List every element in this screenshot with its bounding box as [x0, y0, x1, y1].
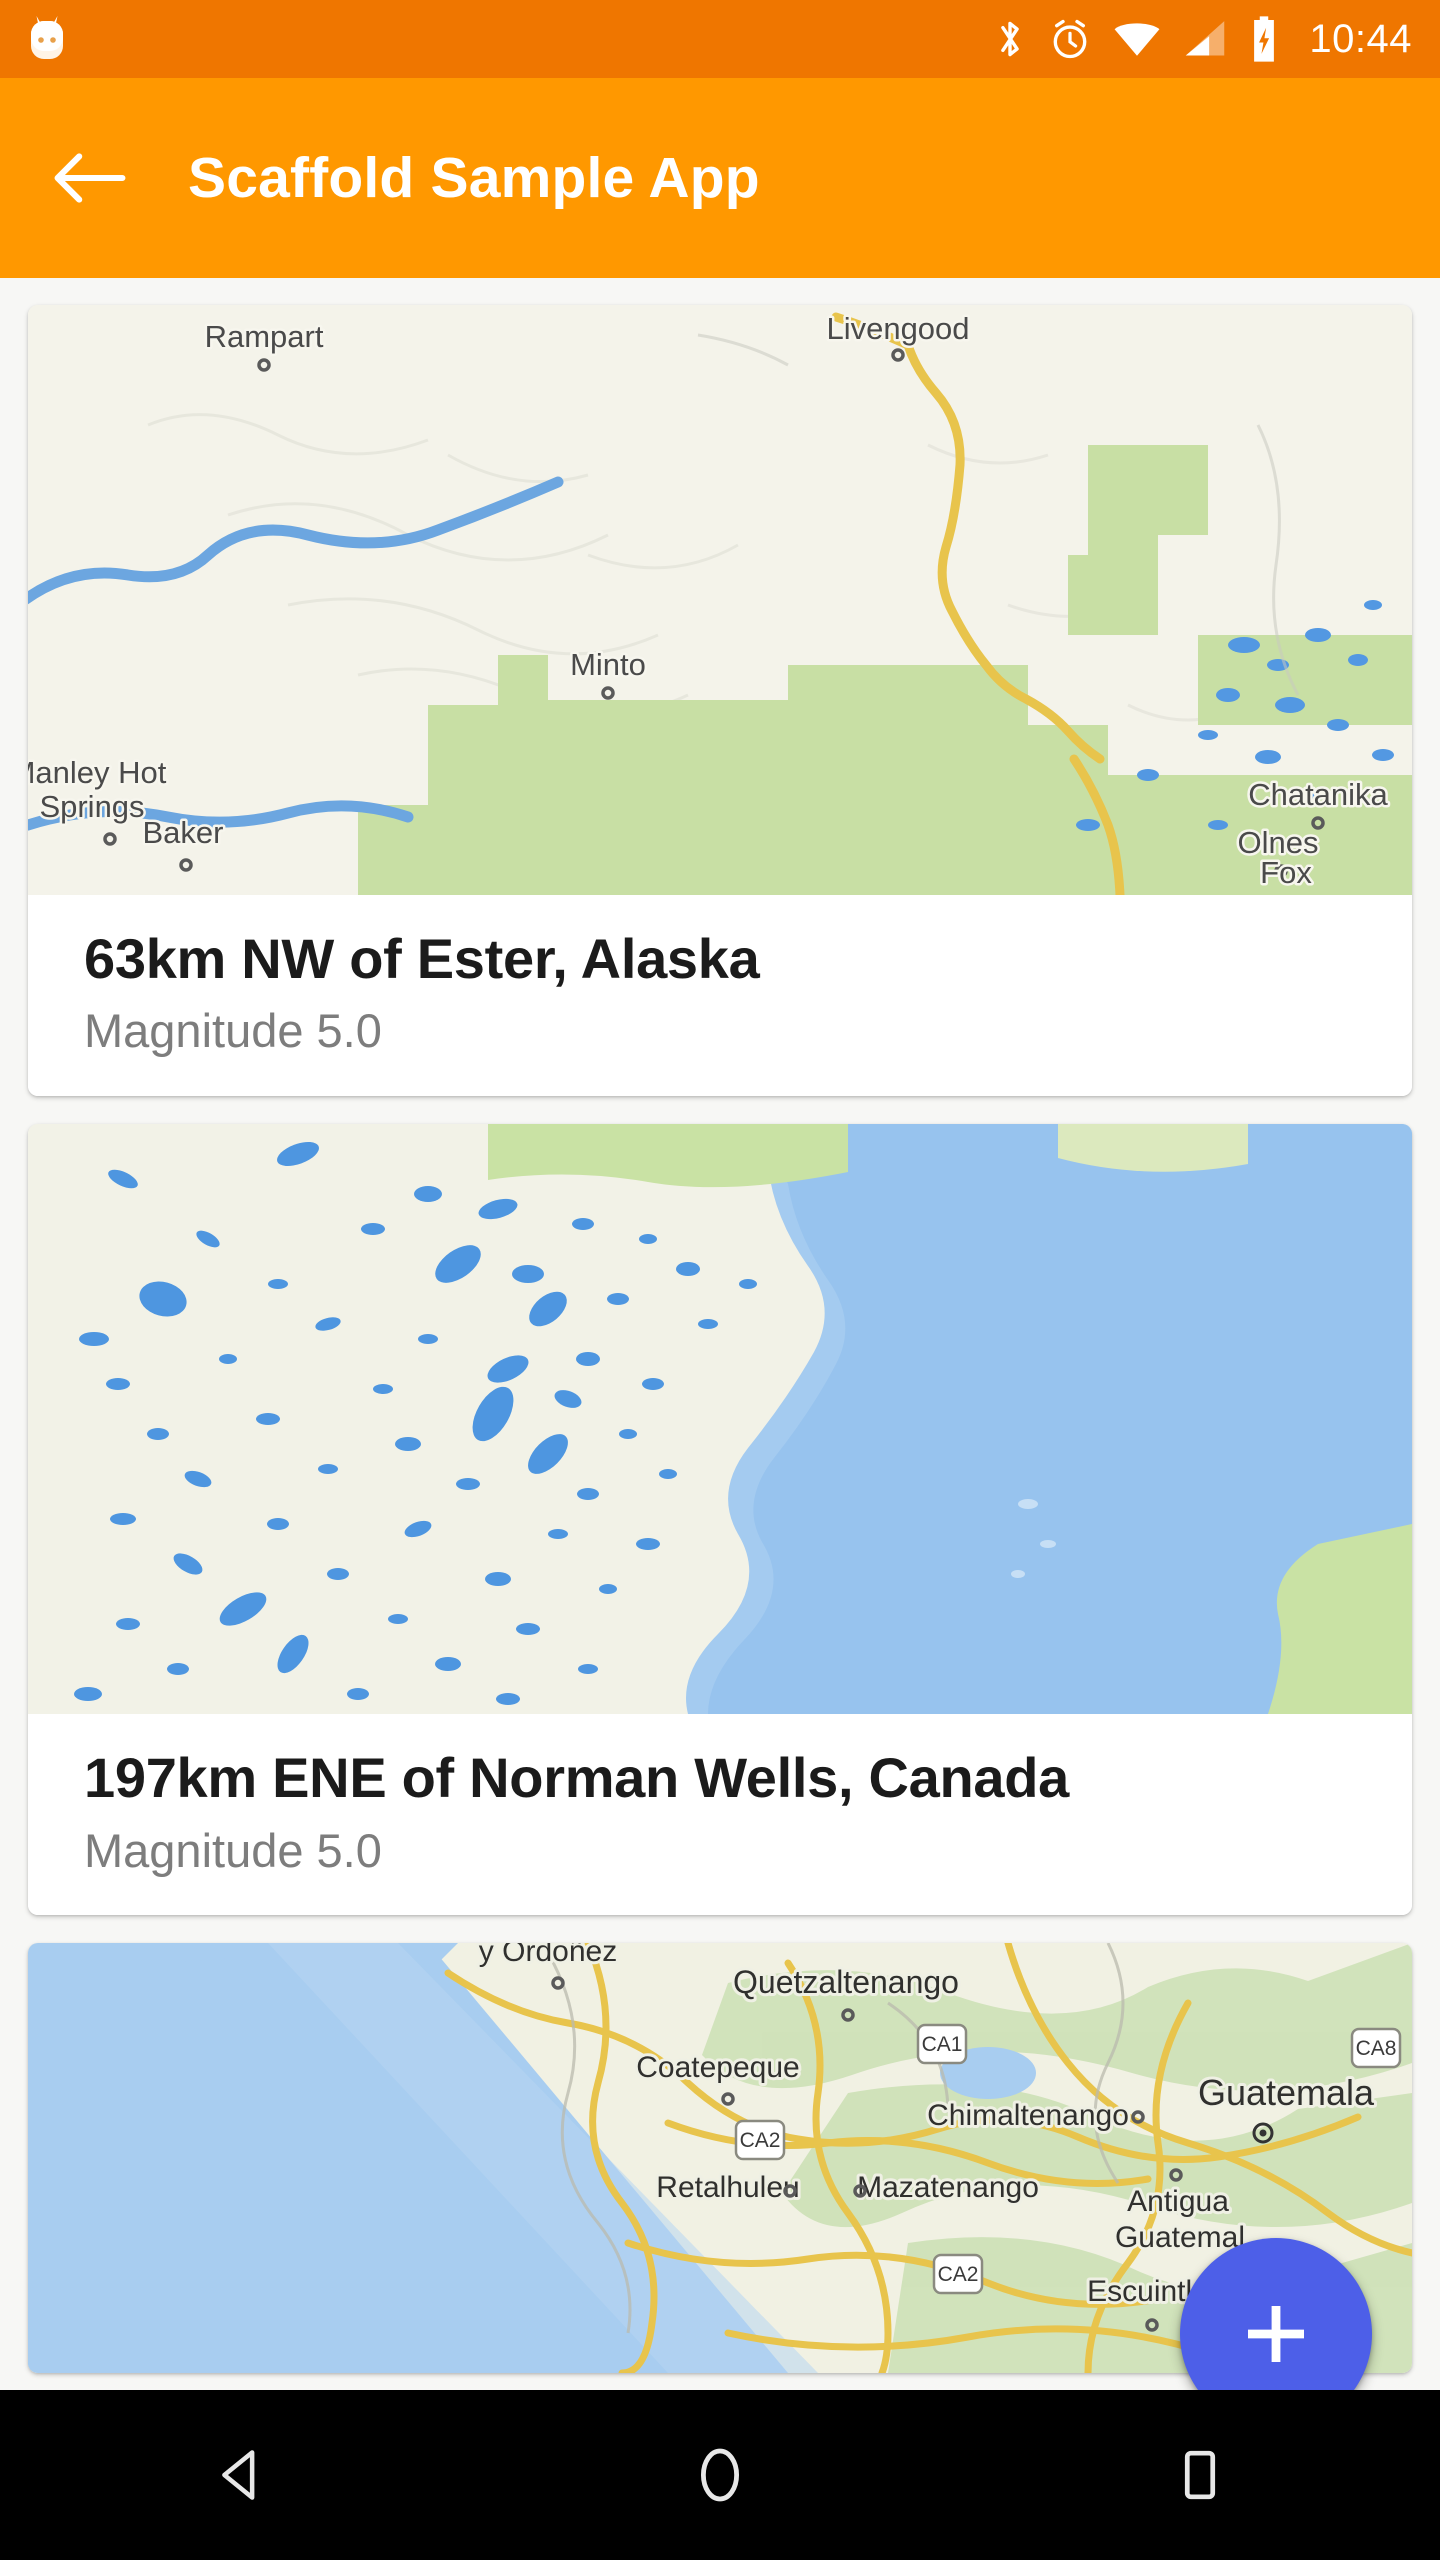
map-thumbnail-canada[interactable]: [28, 1124, 1412, 1715]
svg-text:Chimaltenango: Chimaltenango: [927, 2099, 1129, 2132]
svg-text:Springs: Springs: [39, 789, 144, 824]
circle-home-icon: [700, 2448, 740, 2502]
svg-text:Guatemal: Guatemal: [1115, 2221, 1245, 2254]
highway-shield: CA2: [932, 2254, 984, 2295]
highway-shield: CA2: [734, 2120, 786, 2161]
svg-text:Minto: Minto: [570, 647, 646, 682]
status-bar-system-icons: 10:44: [993, 15, 1412, 63]
wifi-icon: [1114, 23, 1160, 56]
svg-text:Coatepeque: Coatepeque: [636, 2051, 799, 2084]
highway-shield: CA8: [1350, 2028, 1402, 2069]
svg-text:Antigua: Antigua: [1127, 2185, 1229, 2218]
plus-icon: [1248, 2306, 1304, 2362]
svg-text:Retalhuleu: Retalhuleu: [656, 2171, 799, 2204]
svg-text:Rampart: Rampart: [205, 319, 324, 354]
system-navigation-bar: [0, 2390, 1440, 2560]
phone-screen: 10:44 Scaffold Sample App Rampart Liveng…: [0, 0, 1440, 2560]
status-bar-notifications: [24, 14, 70, 64]
svg-text:y Ordoñez: y Ordoñez: [479, 1943, 617, 1968]
cellular-signal-icon: [1186, 21, 1225, 56]
battery-charging-icon: [1254, 16, 1275, 62]
nav-back-button[interactable]: [150, 2390, 330, 2560]
svg-text:Quetzaltenango: Quetzaltenango: [733, 1964, 959, 2000]
highway-shield: CA1: [916, 2024, 968, 2065]
nav-recents-button[interactable]: [1110, 2390, 1290, 2560]
card-title: 63km NW of Ester, Alaska: [84, 927, 760, 990]
card-magnitude: Magnitude 5.0: [84, 1004, 382, 1058]
status-bar: 10:44: [0, 0, 1440, 78]
back-button[interactable]: [48, 136, 132, 220]
card-title: 197km ENE of Norman Wells, Canada: [84, 1746, 1069, 1810]
status-bar-clock: 10:44: [1309, 17, 1412, 61]
arrow-back-icon: [54, 153, 126, 203]
svg-text:Livengood: Livengood: [826, 311, 969, 346]
svg-text:Baker: Baker: [143, 815, 224, 850]
page-title: Scaffold Sample App: [188, 146, 760, 210]
card-text-block: 197km ENE of Norman Wells, Canada Magnit…: [28, 1714, 1412, 1916]
alarm-clock-icon: [1054, 19, 1087, 59]
map-thumbnail-alaska[interactable]: Rampart Livengood Minto Chatanika Olnes …: [28, 305, 1412, 895]
earthquake-card[interactable]: 197km ENE of Norman Wells, Canada Magnit…: [28, 1124, 1412, 1916]
square-recents-icon: [1184, 2450, 1216, 2500]
bluetooth-icon: [1001, 21, 1020, 57]
earthquake-card[interactable]: Rampart Livengood Minto Chatanika Olnes …: [28, 305, 1412, 1097]
svg-text:Fox: Fox: [1260, 855, 1312, 890]
android-mascot-icon: [31, 16, 63, 59]
svg-text:Chatanika: Chatanika: [1248, 777, 1388, 812]
svg-text:Mazatenango: Mazatenango: [857, 2171, 1039, 2204]
nav-home-button[interactable]: [630, 2390, 810, 2560]
earthquake-card-list[interactable]: Rampart Livengood Minto Chatanika Olnes …: [0, 278, 1440, 2390]
triangle-back-icon: [222, 2450, 255, 2500]
card-text-block: 63km NW of Ester, Alaska Magnitude 5.0: [28, 895, 1412, 1097]
svg-text:Manley Hot: Manley Hot: [28, 755, 167, 790]
svg-text:CA2: CA2: [938, 2263, 979, 2286]
svg-text:CA8: CA8: [1356, 2037, 1397, 2060]
svg-text:Guatemala: Guatemala: [1198, 2072, 1375, 2113]
app-bar: Scaffold Sample App: [0, 78, 1440, 278]
svg-text:CA2: CA2: [740, 2129, 781, 2152]
svg-text:CA1: CA1: [922, 2033, 963, 2056]
card-magnitude: Magnitude 5.0: [84, 1823, 382, 1877]
